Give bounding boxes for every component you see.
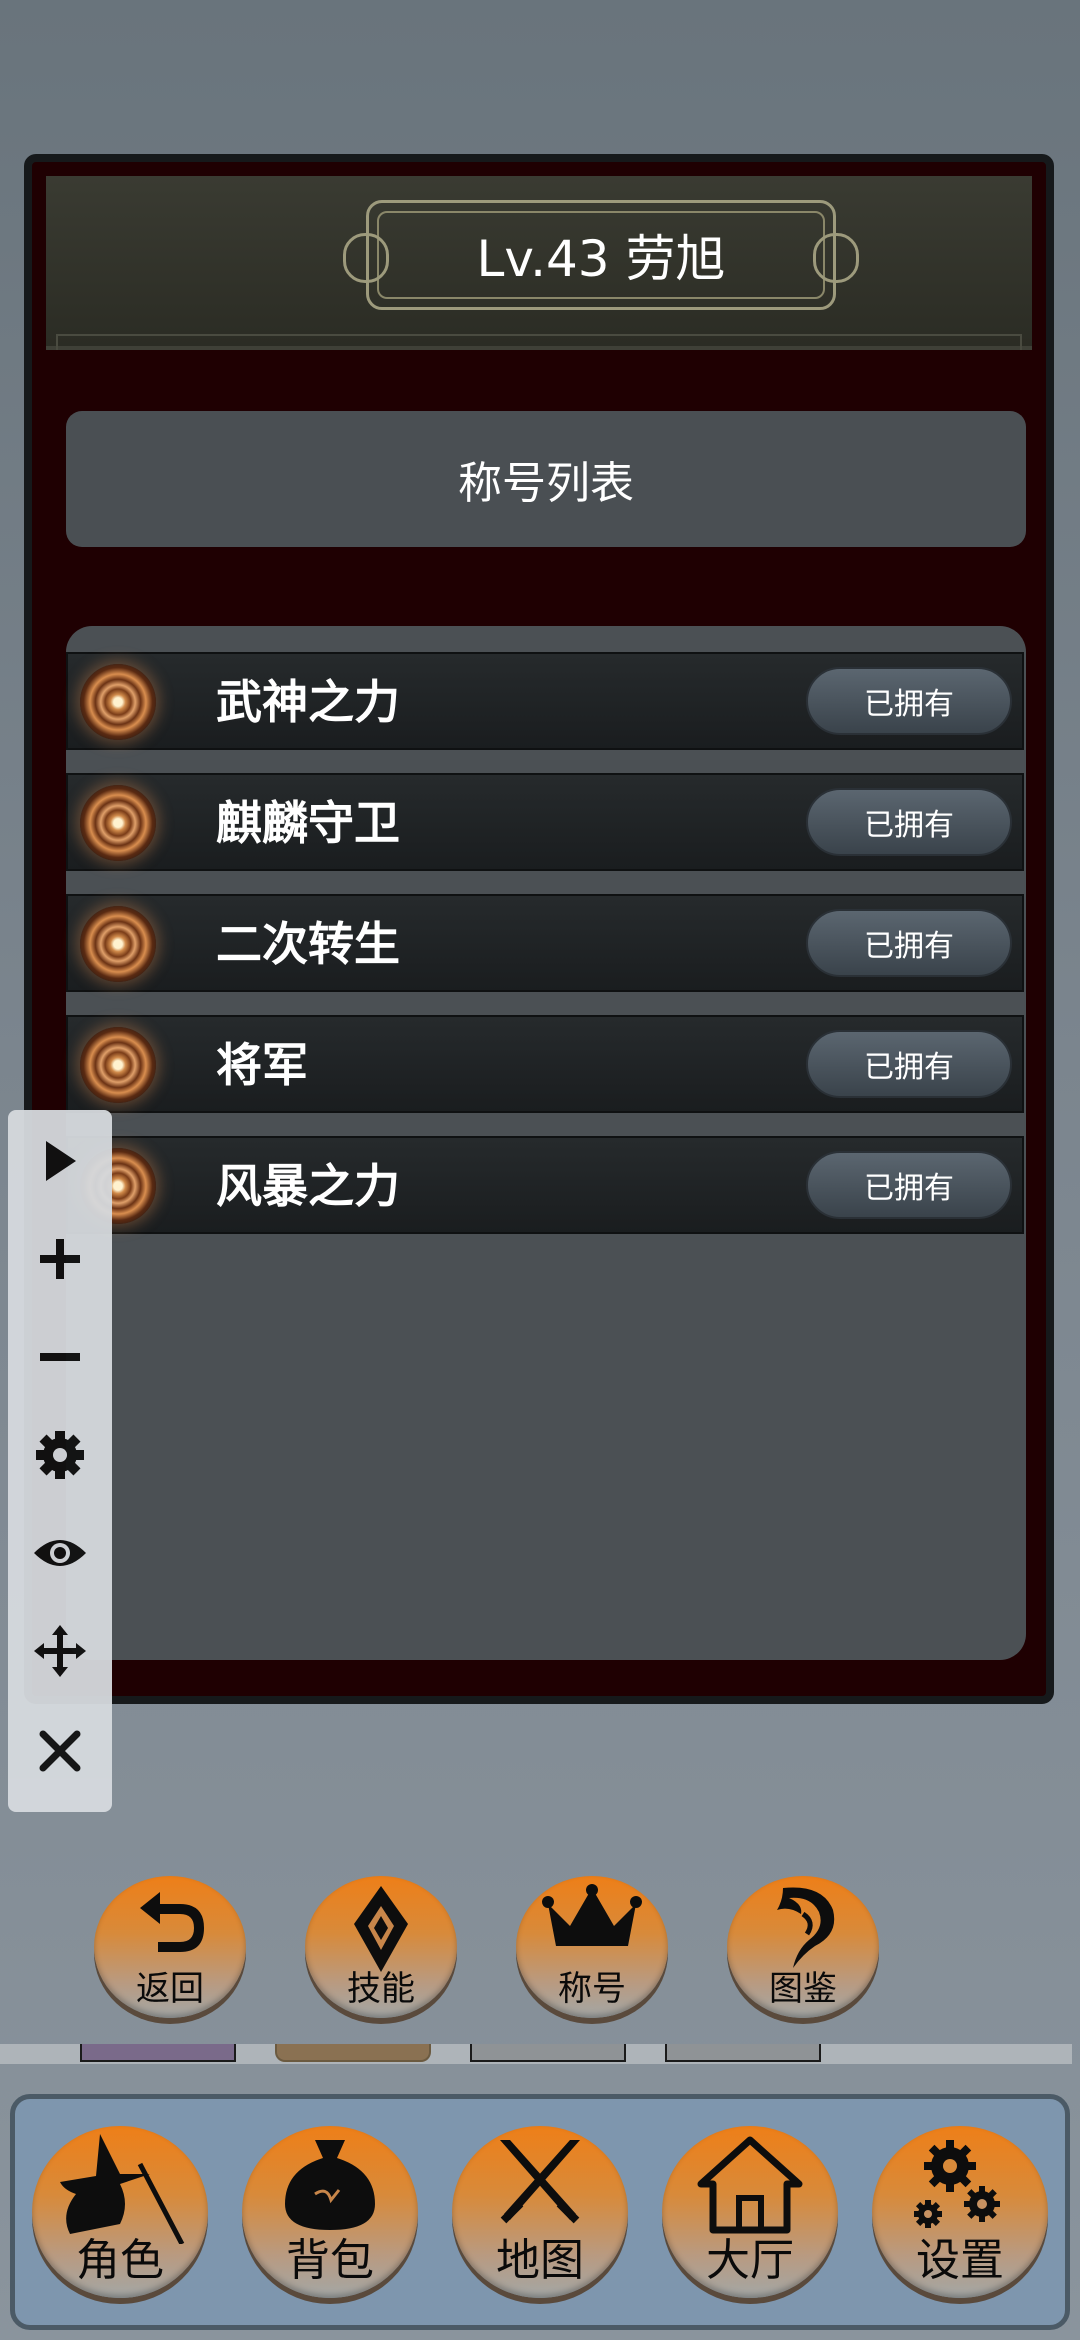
swirl-icon	[80, 906, 156, 982]
return-arrow-icon	[140, 1892, 204, 1952]
dragon-icon	[777, 1887, 835, 1968]
gears-icon	[914, 2140, 1000, 2228]
title-row[interactable]: 将军 已拥有	[66, 1015, 1024, 1113]
thumbnail	[470, 2044, 626, 2062]
title-name: 将军	[216, 1038, 308, 1092]
nav-settings-button[interactable]: 设置	[872, 2126, 1048, 2298]
crossed-swords-icon	[500, 2140, 580, 2224]
ornament-left	[343, 233, 389, 283]
codex-button[interactable]: 图鉴	[727, 1876, 879, 2018]
title-row[interactable]: 二次转生 已拥有	[66, 894, 1024, 992]
title-list-heading-text: 称号列表	[458, 458, 634, 509]
nav-settings-label: 设置	[916, 2235, 1004, 2286]
zoom-in-button[interactable]	[8, 1210, 112, 1308]
visibility-button[interactable]	[8, 1504, 112, 1602]
minus-icon	[40, 1353, 80, 1361]
title-name: 二次转生	[216, 917, 400, 971]
thumbnail	[275, 2044, 431, 2062]
floating-toolbar	[8, 1110, 112, 1812]
move-button[interactable]	[8, 1602, 112, 1700]
swirl-icon	[80, 664, 156, 740]
character-name-level: Lv.43 劳旭	[476, 230, 726, 288]
return-label: 返回	[136, 1969, 204, 2009]
codex-label: 图鉴	[769, 1969, 837, 2009]
nav-character-button[interactable]: 角色	[32, 2126, 208, 2298]
eye-icon	[34, 1540, 86, 1566]
title-name: 风暴之力	[216, 1159, 400, 1213]
nav-map-button[interactable]: 地图	[452, 2126, 628, 2298]
thumbnail-strip	[0, 2044, 1072, 2064]
return-button[interactable]: 返回	[94, 1876, 246, 2018]
owned-button[interactable]: 已拥有	[806, 909, 1012, 977]
crown-icon	[542, 1884, 642, 1946]
dialog-header: Lv.43 劳旭	[46, 176, 1032, 350]
owned-button[interactable]: 已拥有	[806, 667, 1012, 735]
ornament-right	[813, 233, 859, 283]
play-icon	[46, 1141, 76, 1181]
plus-icon	[40, 1239, 80, 1279]
owned-button[interactable]: 已拥有	[806, 1030, 1012, 1098]
thumbnail	[665, 2044, 821, 2062]
title-name: 武神之力	[216, 675, 400, 729]
gear-icon	[36, 1431, 84, 1479]
swirl-icon	[80, 785, 156, 861]
title-row[interactable]: 风暴之力 已拥有	[66, 1136, 1024, 1234]
zoom-out-button[interactable]	[8, 1308, 112, 1406]
nav-map-label: 地图	[496, 2235, 584, 2286]
nav-bag-label: 背包	[286, 2235, 374, 2286]
owned-button[interactable]: 已拥有	[806, 1151, 1012, 1219]
close-icon	[39, 1730, 81, 1772]
title-row[interactable]: 武神之力 已拥有	[66, 652, 1024, 750]
thumbnail	[80, 2044, 236, 2062]
character-title-plate: Lv.43 劳旭	[343, 200, 859, 310]
skills-button[interactable]: 技能	[305, 1876, 457, 2018]
title-name: 麒麟守卫	[216, 796, 400, 850]
title-list-heading: 称号列表	[66, 411, 1026, 547]
swirl-icon	[80, 1027, 156, 1103]
play-button[interactable]	[8, 1112, 112, 1210]
titles-label: 称号	[558, 1969, 626, 2009]
title-list[interactable]: 武神之力 已拥有 麒麟守卫 已拥有 二次转生 已拥有 将军 已拥有 风暴之力 已…	[66, 626, 1026, 1660]
owned-button[interactable]: 已拥有	[806, 788, 1012, 856]
title-row[interactable]: 麒麟守卫 已拥有	[66, 773, 1024, 871]
nav-lobby-label: 大厅	[706, 2235, 794, 2286]
nav-character-label: 角色	[76, 2235, 164, 2286]
home-icon	[697, 2136, 803, 2234]
nav-lobby-button[interactable]: 大厅	[662, 2126, 838, 2298]
skills-label: 技能	[347, 1969, 415, 2009]
nav-bag-button[interactable]: 背包	[242, 2126, 418, 2298]
close-button[interactable]	[8, 1702, 112, 1800]
bag-icon	[285, 2140, 375, 2230]
move-icon	[34, 1625, 86, 1677]
settings-button[interactable]	[8, 1406, 112, 1504]
titles-button[interactable]: 称号	[516, 1876, 668, 2018]
